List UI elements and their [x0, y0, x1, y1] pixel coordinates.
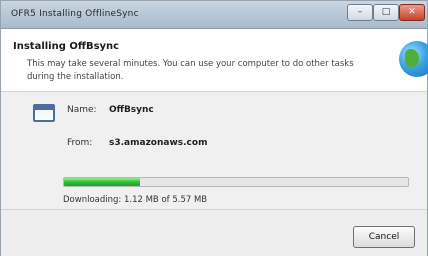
installer-window: OFR5 Installing OfflineSync – □ ✕ Instal… [0, 0, 428, 256]
from-label: From: [67, 138, 93, 148]
download-progress-bar [63, 177, 409, 187]
download-status: Downloading: 1.12 MB of 5.57 MB [63, 195, 208, 205]
close-button[interactable]: ✕ [399, 4, 425, 21]
progress-fill [64, 178, 140, 186]
globe-land-shape [405, 49, 419, 67]
window-icon [33, 104, 55, 122]
maximize-button[interactable]: □ [373, 4, 399, 21]
cancel-button[interactable]: Cancel [353, 226, 415, 248]
minimize-button[interactable]: – [347, 4, 373, 21]
title-bar[interactable]: OFR5 Installing OfflineSync – □ ✕ [1, 1, 427, 29]
from-value: s3.amazonaws.com [109, 138, 208, 148]
dialog-footer: Cancel [1, 209, 427, 256]
header-title: Installing OffBsync [13, 41, 120, 52]
name-label: Name: [67, 105, 97, 115]
name-value: OffBsync [109, 105, 154, 115]
dialog-header: Installing OffBsync This may take severa… [1, 29, 428, 92]
window-title: OFR5 Installing OfflineSync [11, 9, 139, 19]
dialog-body: Name: OffBsync From: s3.amazonaws.com Do… [1, 92, 427, 209]
window-icon-bar [35, 106, 53, 110]
header-description: This may take several minutes. You can u… [27, 59, 354, 82]
